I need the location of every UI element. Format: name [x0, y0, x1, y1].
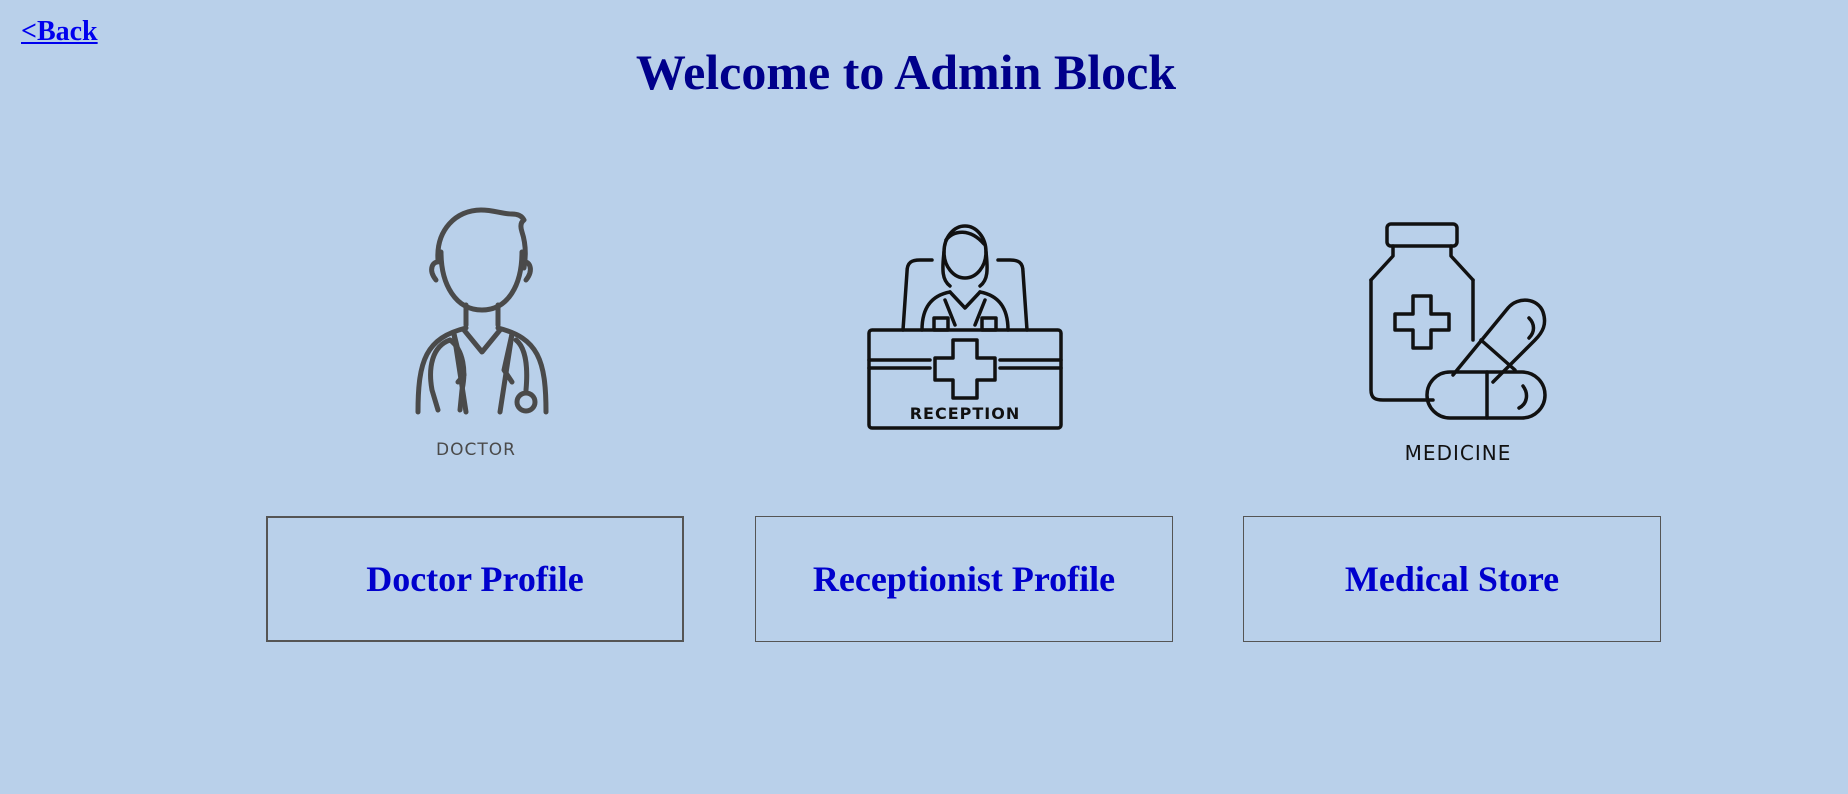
reception-illustration: RECEPTION	[755, 200, 1175, 480]
medicine-illustration: MEDICINE	[1243, 200, 1663, 480]
doctor-profile-button[interactable]: Doctor Profile	[266, 516, 684, 642]
doctor-illustration: DOCTOR	[266, 200, 686, 480]
medicine-icon: MEDICINE	[1369, 222, 1547, 465]
receptionist-profile-button[interactable]: Receptionist Profile	[755, 516, 1173, 642]
page-title: Welcome to Admin Block	[635, 44, 1177, 100]
doctor-icon: DOCTOR	[415, 207, 549, 460]
reception-icon: RECEPTION	[867, 224, 1063, 430]
reception-icon-label: RECEPTION	[910, 404, 1021, 423]
doctor-icon-label: DOCTOR	[436, 440, 516, 460]
medical-store-button[interactable]: Medical Store	[1243, 516, 1661, 642]
medicine-icon-label: MEDICINE	[1405, 441, 1512, 465]
